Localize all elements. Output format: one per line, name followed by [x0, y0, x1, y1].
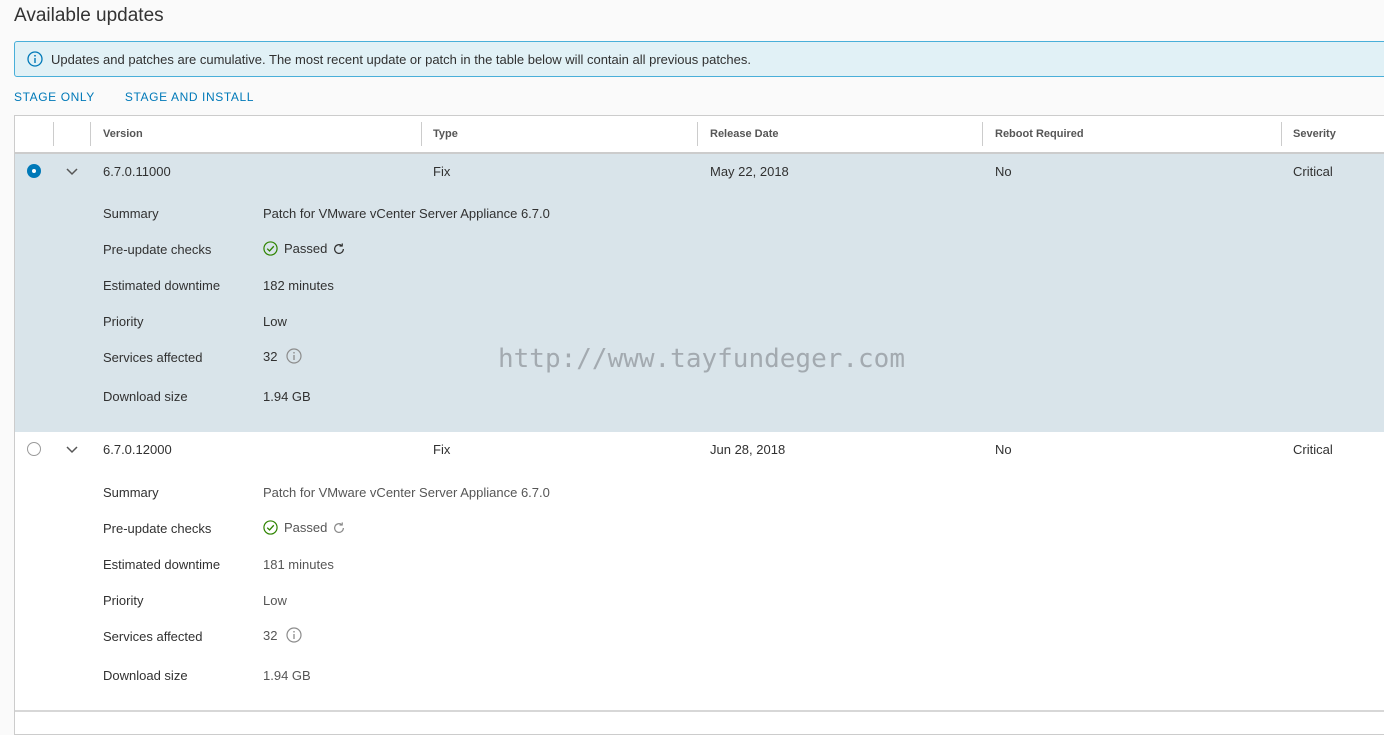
cell-reboot-required: No — [995, 442, 1012, 457]
column-separator[interactable] — [982, 122, 983, 146]
detail-label-summary: Summary — [103, 485, 159, 500]
info-icon[interactable] — [286, 627, 303, 643]
column-header-type[interactable]: Type — [433, 116, 458, 152]
detail-value-services-affected: 32 — [263, 627, 303, 643]
table-row[interactable]: 6.7.0.11000 Fix May 22, 2018 No Critical… — [15, 154, 1384, 432]
cell-type: Fix — [433, 442, 451, 457]
check-circle-icon — [263, 241, 278, 256]
column-separator[interactable] — [421, 122, 422, 146]
detail-label-priority: Priority — [103, 314, 144, 329]
info-icon — [27, 51, 43, 67]
cell-release-date: May 22, 2018 — [710, 164, 789, 179]
cell-reboot-required: No — [995, 164, 1012, 179]
column-header-version[interactable]: Version — [103, 116, 143, 152]
cell-severity: Critical — [1293, 164, 1333, 179]
chevron-down-icon[interactable] — [65, 165, 79, 179]
row-select-radio[interactable] — [27, 164, 41, 178]
column-separator — [90, 122, 91, 146]
datagrid-footer-divider — [15, 710, 1384, 712]
detail-label-services-affected: Services affected — [103, 350, 203, 365]
detail-value-estimated-downtime: 181 minutes — [263, 557, 334, 572]
detail-label-pre-update-checks: Pre-update checks — [103, 242, 212, 257]
chevron-down-icon[interactable] — [65, 443, 79, 457]
services-affected-count: 32 — [263, 627, 278, 643]
info-alert: Updates and patches are cumulative. The … — [14, 41, 1384, 77]
detail-label-download-size: Download size — [103, 668, 188, 683]
detail-value-summary: Patch for VMware vCenter Server Applianc… — [263, 206, 550, 221]
services-affected-count: 32 — [263, 348, 278, 364]
cell-version: 6.7.0.12000 — [103, 442, 172, 457]
pre-update-status: Passed — [284, 241, 328, 256]
column-separator — [53, 122, 54, 146]
row-select-radio[interactable] — [27, 442, 41, 456]
detail-label-priority: Priority — [103, 593, 144, 608]
watermark-text: http://www.tayfundeger.com — [498, 344, 905, 374]
cell-type: Fix — [433, 164, 451, 179]
detail-value-estimated-downtime: 182 minutes — [263, 278, 334, 293]
detail-value-download-size: 1.94 GB — [263, 668, 311, 683]
column-header-release-date[interactable]: Release Date — [710, 116, 779, 152]
page-title: Available updates — [14, 5, 164, 26]
alert-text: Updates and patches are cumulative. The … — [51, 51, 752, 67]
detail-label-estimated-downtime: Estimated downtime — [103, 557, 221, 572]
check-circle-icon — [263, 520, 278, 535]
table-row-main[interactable]: 6.7.0.11000 Fix May 22, 2018 No Critical — [15, 154, 1384, 190]
detail-value-summary: Patch for VMware vCenter Server Applianc… — [263, 485, 550, 500]
detail-value-services-affected: 32 — [263, 348, 303, 364]
refresh-icon[interactable] — [332, 242, 346, 256]
detail-value-download-size: 1.94 GB — [263, 389, 311, 404]
detail-value-priority: Low — [263, 314, 287, 329]
cell-version: 6.7.0.11000 — [103, 164, 171, 179]
detail-label-download-size: Download size — [103, 389, 188, 404]
column-header-reboot-required[interactable]: Reboot Required — [995, 116, 1084, 152]
detail-label-services-affected: Services affected — [103, 629, 203, 644]
stage-only-button[interactable]: STAGE ONLY — [14, 90, 95, 104]
detail-label-estimated-downtime: Estimated downtime — [103, 278, 221, 293]
action-bar: STAGE ONLY STAGE AND INSTALL — [14, 90, 284, 104]
cell-release-date: Jun 28, 2018 — [710, 442, 786, 457]
detail-value-pre-update-checks: Passed — [263, 520, 346, 535]
table-row[interactable]: 6.7.0.12000 Fix Jun 28, 2018 No Critical… — [15, 432, 1384, 710]
column-separator[interactable] — [697, 122, 698, 146]
detail-label-pre-update-checks: Pre-update checks — [103, 521, 212, 536]
column-separator[interactable] — [1281, 122, 1282, 146]
detail-value-pre-update-checks: Passed — [263, 241, 346, 256]
stage-and-install-button[interactable]: STAGE AND INSTALL — [125, 90, 254, 104]
updates-datagrid: Version Type Release Date Reboot Require… — [14, 115, 1384, 735]
detail-value-priority: Low — [263, 593, 287, 608]
table-row-main[interactable]: 6.7.0.12000 Fix Jun 28, 2018 No Critical — [15, 432, 1384, 468]
cell-severity: Critical — [1293, 442, 1333, 457]
detail-label-summary: Summary — [103, 206, 159, 221]
info-icon[interactable] — [286, 348, 303, 364]
column-header-severity[interactable]: Severity — [1293, 116, 1336, 152]
refresh-icon[interactable] — [332, 521, 346, 535]
datagrid-header: Version Type Release Date Reboot Require… — [15, 116, 1384, 154]
pre-update-status: Passed — [284, 520, 328, 535]
